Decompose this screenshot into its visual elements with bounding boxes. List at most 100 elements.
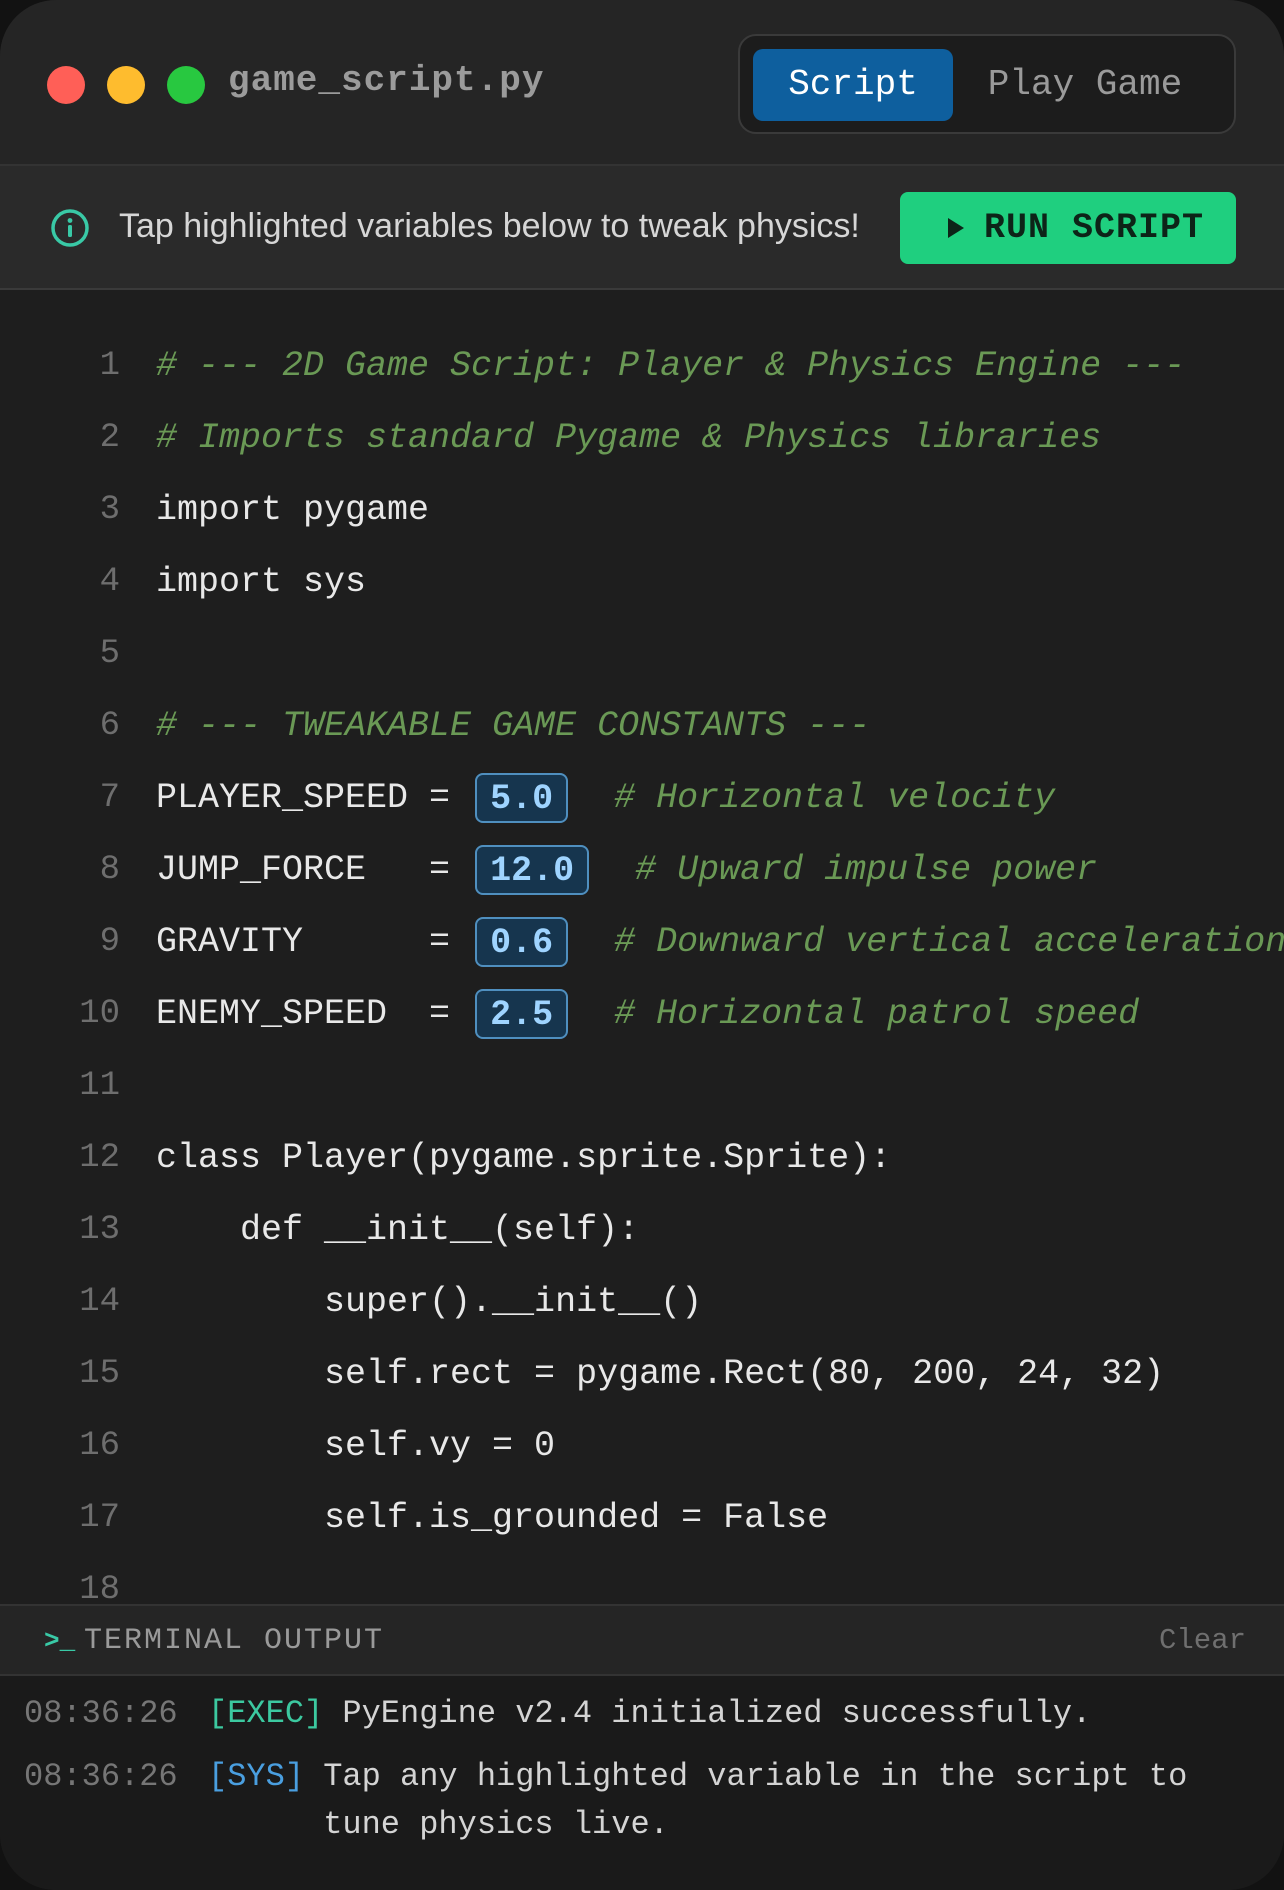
clear-terminal-button[interactable]: Clear bbox=[1159, 1622, 1246, 1660]
log-timestamp: 08:36:26 bbox=[24, 1695, 178, 1732]
code-line: 18 bbox=[0, 1554, 1284, 1604]
line-number: 16 bbox=[79, 1427, 120, 1465]
code-line: 9 GRAVITY = 0.6 # Downward vertical accel… bbox=[0, 906, 1284, 978]
play-icon bbox=[948, 218, 964, 238]
line-number: 15 bbox=[79, 1355, 120, 1393]
assignment-operator: = bbox=[408, 778, 472, 818]
assignment-operator: = bbox=[366, 850, 472, 890]
assignment-operator: = bbox=[303, 922, 472, 962]
code-line: 4 import sys bbox=[0, 546, 1284, 618]
log-tag: [EXEC] bbox=[208, 1695, 324, 1732]
code-line: 16 self.vy = 0 bbox=[0, 1410, 1284, 1482]
code-text: JUMP_FORCE = 12.0 # Upward impulse power bbox=[156, 834, 1097, 906]
code-text: self.vy = 0 bbox=[156, 1410, 555, 1482]
code-text: def __init__(self): bbox=[156, 1194, 639, 1266]
code-statement: self.vy = 0 bbox=[156, 1426, 556, 1466]
constant-name: ENEMY_SPEED bbox=[156, 994, 388, 1034]
code-text: ENEMY_SPEED = 2.5 # Horizontal patrol sp… bbox=[156, 978, 1139, 1050]
code-comment: # --- 2D Game Script: Player & Physics E… bbox=[156, 346, 1186, 386]
minimize-window-button[interactable] bbox=[107, 66, 145, 104]
assignment-operator: = bbox=[387, 994, 472, 1034]
code-text: import sys bbox=[156, 546, 366, 618]
code-line: 11 bbox=[0, 1050, 1284, 1122]
code-comment: # Downward vertical acceleration bbox=[614, 922, 1284, 962]
code-line: 13 def __init__(self): bbox=[0, 1194, 1284, 1266]
code-text: GRAVITY = 0.6 # Downward vertical accele… bbox=[156, 906, 1284, 978]
line-number: 18 bbox=[79, 1571, 120, 1604]
constant-name: GRAVITY bbox=[156, 922, 304, 962]
code-statement: class Player(pygame.sprite.Sprite): bbox=[156, 1138, 892, 1178]
info-hint-text: Tap highlighted variables below to tweak… bbox=[119, 207, 860, 245]
log-message: PyEngine v2.4 initialized successfully. bbox=[342, 1695, 1092, 1732]
maximize-window-button[interactable] bbox=[167, 66, 205, 104]
editor-window: game_script.py Script Play Game Tap high… bbox=[0, 0, 1284, 1890]
code-line: 12 class Player(pygame.sprite.Sprite): bbox=[0, 1122, 1284, 1194]
line-number: 7 bbox=[99, 779, 120, 817]
constant-name: PLAYER_SPEED bbox=[156, 778, 409, 818]
code-text: import pygame bbox=[156, 474, 429, 546]
code-comment: # Horizontal velocity bbox=[614, 778, 1056, 818]
code-line: 10 ENEMY_SPEED = 2.5 # Horizontal patrol … bbox=[0, 978, 1284, 1050]
line-number: 10 bbox=[79, 995, 120, 1033]
terminal-title: TERMINAL OUTPUT bbox=[84, 1624, 385, 1658]
run-script-button[interactable]: RUN SCRIPT bbox=[900, 192, 1236, 264]
info-bar: Tap highlighted variables below to tweak… bbox=[0, 166, 1284, 290]
code-text: self.rect = pygame.Rect(80, 200, 24, 32) bbox=[156, 1338, 1164, 1410]
line-number: 6 bbox=[99, 707, 120, 745]
code-line: 15 self.rect = pygame.Rect(80, 200, 24, … bbox=[0, 1338, 1284, 1410]
code-text: class Player(pygame.sprite.Sprite): bbox=[156, 1122, 891, 1194]
code-editor[interactable]: 1 # --- 2D Game Script: Player & Physics … bbox=[0, 290, 1284, 1604]
code-line: 3 import pygame bbox=[0, 474, 1284, 546]
code-statement: def __init__(self): bbox=[156, 1210, 640, 1250]
tab-play-game[interactable]: Play Game bbox=[970, 49, 1200, 121]
line-number: 14 bbox=[79, 1283, 120, 1321]
code-line: 2 # Imports standard Pygame & Physics lib… bbox=[0, 402, 1284, 474]
tweakable-variable-value[interactable]: 5.0 bbox=[475, 772, 569, 823]
code-text: # Imports standard Pygame & Physics libr… bbox=[156, 402, 1101, 474]
line-number: 3 bbox=[99, 491, 120, 529]
code-line: 5 bbox=[0, 618, 1284, 690]
code-line: 17 self.is_grounded = False bbox=[0, 1482, 1284, 1554]
line-number: 8 bbox=[99, 851, 120, 889]
constant-name: JUMP_FORCE bbox=[156, 850, 367, 890]
code-statement: import pygame bbox=[156, 490, 430, 530]
line-number: 5 bbox=[99, 635, 120, 673]
code-comment: # --- TWEAKABLE GAME CONSTANTS --- bbox=[156, 706, 871, 746]
line-number: 17 bbox=[79, 1499, 120, 1537]
code-text: self.is_grounded = False bbox=[156, 1482, 828, 1554]
code-line: 7 PLAYER_SPEED = 5.0 # Horizontal velocit… bbox=[0, 762, 1284, 834]
code-text: # --- 2D Game Script: Player & Physics E… bbox=[156, 330, 1185, 402]
code-statement: import sys bbox=[156, 562, 367, 602]
info-circle-icon bbox=[51, 209, 89, 247]
code-text: PLAYER_SPEED = 5.0 # Horizontal velocity bbox=[156, 762, 1055, 834]
tweakable-variable-value[interactable]: 2.5 bbox=[475, 988, 569, 1039]
code-comment: # Upward impulse power bbox=[635, 850, 1098, 890]
line-number: 4 bbox=[99, 563, 120, 601]
code-text: super().__init__() bbox=[156, 1266, 702, 1338]
code-text: # --- TWEAKABLE GAME CONSTANTS --- bbox=[156, 690, 870, 762]
line-number: 12 bbox=[79, 1139, 120, 1177]
terminal-prompt-icon: >_ bbox=[44, 1626, 76, 1656]
tweakable-variable-value[interactable]: 0.6 bbox=[475, 916, 569, 967]
code-line: 6 # --- TWEAKABLE GAME CONSTANTS --- bbox=[0, 690, 1284, 762]
line-number: 2 bbox=[99, 419, 120, 457]
log-timestamp: 08:36:26 bbox=[24, 1758, 178, 1795]
line-number: 13 bbox=[79, 1211, 120, 1249]
terminal-output: 08:36:26 [EXEC] PyEngine v2.4 initialized … bbox=[0, 1676, 1284, 1890]
line-number: 9 bbox=[99, 923, 120, 961]
terminal-header: >_ TERMINAL OUTPUT Clear bbox=[0, 1604, 1284, 1676]
log-message: Tap any highlighted variable in the scri… bbox=[323, 1758, 1188, 1843]
line-number: 11 bbox=[79, 1067, 120, 1105]
log-tag: [SYS] bbox=[208, 1758, 305, 1795]
code-comment: # Imports standard Pygame & Physics libr… bbox=[156, 418, 1102, 458]
code-statement: super().__init__() bbox=[156, 1282, 703, 1322]
file-name: game_script.py bbox=[228, 60, 545, 101]
code-line: 1 # --- 2D Game Script: Player & Physics … bbox=[0, 330, 1284, 402]
code-line: 8 JUMP_FORCE = 12.0 # Upward impulse powe… bbox=[0, 834, 1284, 906]
line-number: 1 bbox=[99, 347, 120, 385]
view-tabs: Script Play Game bbox=[738, 34, 1236, 134]
tab-script[interactable]: Script bbox=[753, 49, 953, 121]
code-statement: self.rect = pygame.Rect(80, 200, 24, 32) bbox=[156, 1354, 1165, 1394]
tweakable-variable-value[interactable]: 12.0 bbox=[475, 844, 590, 895]
close-window-button[interactable] bbox=[47, 66, 85, 104]
